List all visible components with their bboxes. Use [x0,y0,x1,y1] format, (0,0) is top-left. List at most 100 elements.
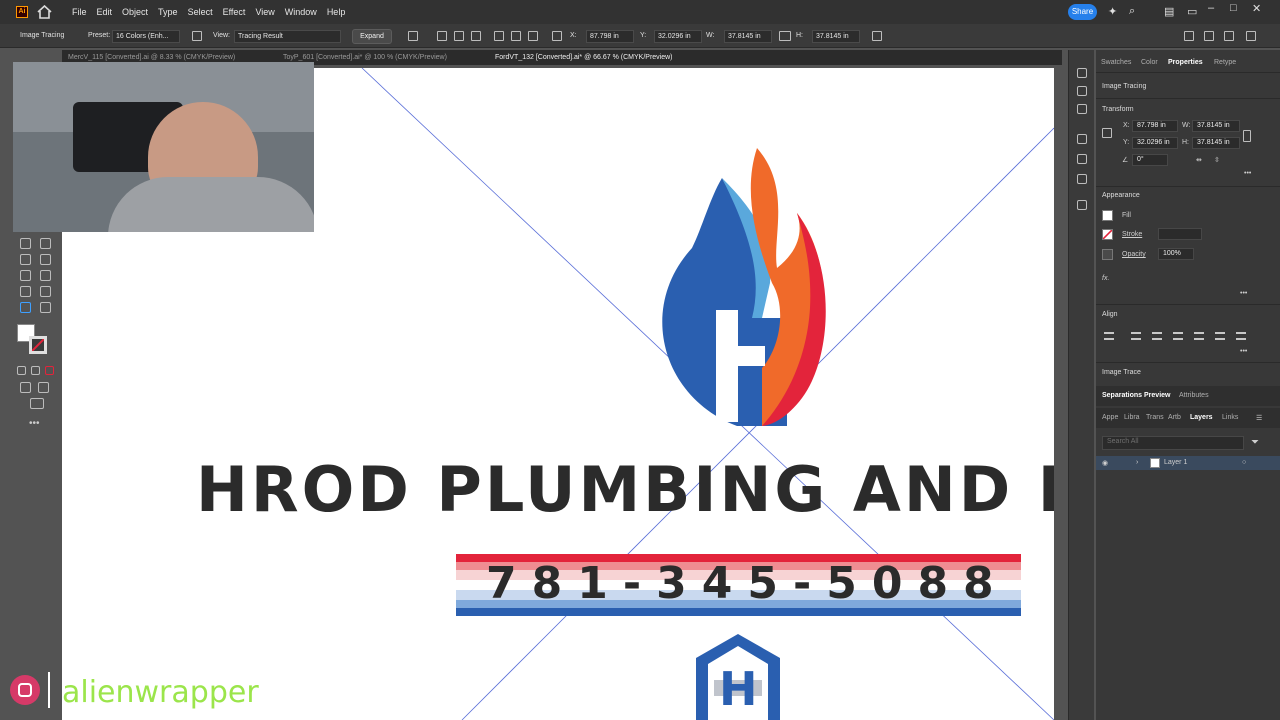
layer-row[interactable] [1096,456,1280,470]
menu-view[interactable]: View [255,0,274,24]
reference-point-icon[interactable] [1102,128,1112,138]
search-icon[interactable]: ⌕ [1129,5,1135,18]
opentype-dock-icon[interactable] [1077,174,1087,184]
magic-wand-icon[interactable] [20,238,31,249]
share-button[interactable]: Share [1068,4,1097,20]
opacity-field[interactable]: 100% [1158,248,1194,260]
tab-libraries[interactable]: Libra [1124,414,1140,421]
x-field[interactable]: 87.798 in [586,30,634,43]
menu-type[interactable]: Type [158,0,178,24]
tab-swatches[interactable]: Swatches [1101,59,1131,66]
menu-effect[interactable]: Effect [223,0,246,24]
stroke-label[interactable]: Stroke [1122,231,1142,238]
close-icon[interactable]: ✕ [1252,2,1261,15]
tab-separations-preview[interactable]: Separations Preview [1102,392,1170,399]
align-left-objects-icon[interactable] [1131,332,1141,340]
menu-file[interactable]: File [72,0,87,24]
w-field[interactable]: 37.8145 in [724,30,772,43]
hand-icon[interactable] [40,286,51,297]
opacity-label[interactable]: Opacity [1122,251,1146,258]
tab-properties[interactable]: Properties [1168,59,1203,66]
more-appearance-icon[interactable]: ••• [1240,290,1247,297]
menu-object[interactable]: Object [122,0,148,24]
align-top-icon[interactable] [494,31,504,41]
arrange-docs-icon[interactable] [1184,31,1194,41]
tab-fordvt[interactable]: FordVT_132 [Converted].ai* @ 66.67 % (CM… [495,50,673,65]
menu-edit[interactable]: Edit [97,0,113,24]
color-mode-icon[interactable] [17,366,26,375]
flip-vertical-icon[interactable]: ⇳ [1214,156,1220,164]
layer-name[interactable]: Layer 1 [1164,459,1187,466]
tab-layers[interactable]: Layers [1190,414,1213,421]
expand-button[interactable]: Expand [352,29,392,44]
minimize-icon[interactable]: – [1208,2,1214,14]
tab-artboards[interactable]: Artb [1168,414,1181,421]
workspace-icon[interactable]: ▤ [1164,5,1174,18]
actions-dock-icon[interactable] [1077,200,1087,210]
properties-dock-icon[interactable] [1077,68,1087,78]
transform-y-field[interactable]: 32.0296 in [1132,137,1178,149]
lightbulb-icon[interactable]: ✦ [1108,5,1117,18]
stroke-color-swatch[interactable] [1102,229,1113,240]
tab-attributes[interactable]: Attributes [1179,392,1209,399]
menu-window[interactable]: Window [285,0,317,24]
graph-icon[interactable] [20,270,31,281]
align-center-icon[interactable] [454,31,464,41]
h-field[interactable]: 37.8145 in [812,30,860,43]
expand-layer-chevron-icon[interactable]: › [1136,459,1138,466]
align-right-objects-icon[interactable] [1173,332,1183,340]
transform-h-field[interactable]: 37.8145 in [1192,137,1240,149]
stroke-weight-field[interactable] [1158,228,1202,240]
align-vcenter-objects-icon[interactable] [1215,332,1225,340]
screen-mode-icon[interactable] [38,382,49,393]
align-to-icon[interactable] [1104,332,1114,340]
edit-toolbar-icon[interactable] [30,398,44,409]
eyedropper-icon[interactable] [40,238,51,249]
menu-select[interactable]: Select [188,0,213,24]
more-transform-icon[interactable]: ••• [1244,170,1251,177]
preset-select[interactable]: 16 Colors (Enh... [112,30,180,43]
stroke-swatch[interactable] [29,336,47,354]
align-left-icon[interactable] [437,31,447,41]
zoom-icon[interactable] [40,302,51,313]
align-bottom-icon[interactable] [528,31,538,41]
none-mode-icon[interactable] [45,366,54,375]
y-field[interactable]: 32.0296 in [654,30,702,43]
tab-color[interactable]: Color [1141,59,1158,66]
more-options-icon[interactable] [1246,31,1256,41]
view-select[interactable]: Tracing Result [234,30,341,43]
artboard-icon[interactable] [40,270,51,281]
align-hcenter-objects-icon[interactable] [1152,332,1162,340]
panel-toggle-icon[interactable] [1204,31,1214,41]
align-bottom-objects-icon[interactable] [1236,332,1246,340]
transform-x-field[interactable]: 87.798 in [1132,120,1178,132]
shape-builder-icon[interactable] [20,254,31,265]
tab-links[interactable]: Links [1222,414,1238,421]
layers-dock-icon[interactable] [1077,86,1087,96]
align-top-objects-icon[interactable] [1194,332,1204,340]
more-align-icon[interactable]: ••• [1240,348,1247,355]
maximize-icon[interactable]: □ [1230,2,1237,14]
more-tools-icon[interactable]: ••• [29,418,40,429]
constrain-proportions-icon[interactable] [1243,130,1251,142]
align-middle-icon[interactable] [511,31,521,41]
filter-icon[interactable]: ⏷ [1251,437,1259,448]
layers-search-input[interactable]: Search All [1102,436,1244,450]
fx-button[interactable]: fx. [1102,275,1109,282]
tracing-panel-icon[interactable] [192,31,202,41]
align-right-icon[interactable] [471,31,481,41]
align-icon[interactable] [408,31,418,41]
symbol-sprayer-icon[interactable] [40,254,51,265]
arrange-icon[interactable]: ▭ [1187,5,1197,18]
tab-retype[interactable]: Retype [1214,59,1236,66]
layer-target-icon[interactable]: ○ [1242,459,1246,466]
slice-icon[interactable] [20,286,31,297]
flip-horizontal-icon[interactable]: ⇹ [1196,156,1202,164]
link-icon[interactable] [779,31,791,41]
tab-transparency[interactable]: Trans [1146,414,1164,421]
transform-icon[interactable] [872,31,882,41]
panel-menu-icon[interactable]: ☰ [1256,414,1262,422]
home-icon[interactable] [37,5,52,19]
libraries-dock-icon[interactable] [1077,104,1087,114]
visibility-eye-icon[interactable]: ◉ [1102,459,1108,467]
